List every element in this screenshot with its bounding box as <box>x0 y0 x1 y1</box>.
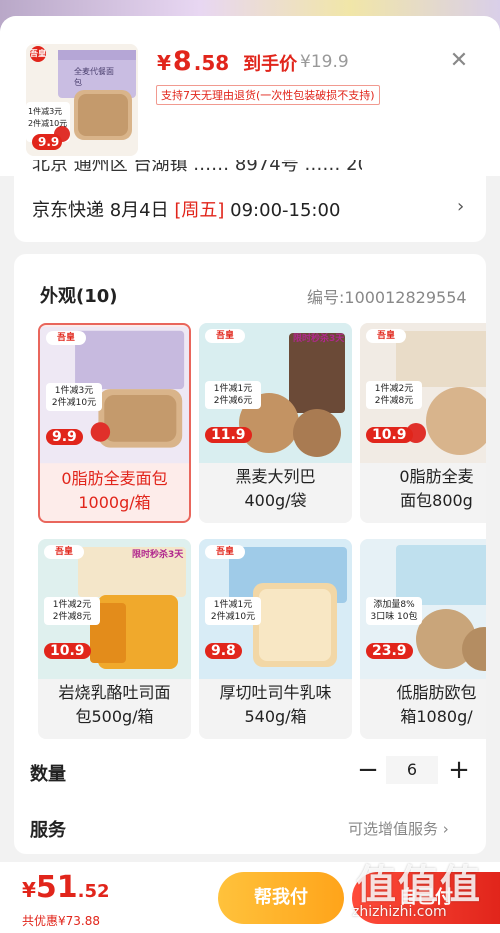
thumb-promo-2: 2件减10元 <box>28 119 68 128</box>
total-currency: ¥ <box>22 878 36 902</box>
variant-name: 黑麦大列巴 400g/袋 <box>199 465 352 513</box>
promo-line: 1件减2元 <box>374 384 414 394</box>
variant-size-line: 包500g/箱 <box>75 707 154 726</box>
promo-line: 1件减1元 <box>213 384 253 394</box>
variant-name: 0脂肪全麦面包 1000g/箱 <box>40 467 189 515</box>
variant-tile-5[interactable]: 添加量8% 3口味 10包 23.9 低脂肪欧包 箱1080g/ <box>360 539 486 739</box>
address-line: 北京 通州区 台湖镇 …… 8974号 …… 2002 <box>32 160 362 172</box>
service-label: 服务 <box>30 820 66 841</box>
service-option[interactable]: 可选增值服务 › <box>348 818 449 839</box>
total-price: ¥51.52 <box>22 870 110 905</box>
variant-price: 9.9 <box>46 429 83 445</box>
thumb-brand: 吾皇 <box>30 49 46 58</box>
variant-name-line: 厚切吐司牛乳味 <box>219 683 332 702</box>
promo-line: 1件减1元 <box>213 600 253 610</box>
delivery-weekday: [周五] <box>174 200 225 221</box>
variant-price: 11.9 <box>205 427 252 443</box>
variant-promo: 1件减2元 2件减8元 <box>44 597 100 625</box>
variant-name: 0脂肪全麦 面包800g <box>360 465 486 513</box>
quantity-label: 数量 <box>30 764 66 785</box>
variant-size-line: 箱1080g/ <box>400 707 473 726</box>
delivery-time: 09:00-15:00 <box>230 200 341 221</box>
sku-number: 编号:100012829554 <box>307 288 467 307</box>
variant-title: 外观(10) <box>40 286 118 307</box>
shipping-info: 京东快递 8月4日 [周五] 09:00-15:00 <box>32 196 340 222</box>
variant-name-line: 0脂肪全麦面包 <box>61 469 168 488</box>
variant-promo: 1件减1元 2件减10元 <box>205 597 261 625</box>
variant-name: 厚切吐司牛乳味 540g/箱 <box>199 681 352 729</box>
close-icon[interactable]: ✕ <box>448 50 470 72</box>
promo-line: 3口味 10包 <box>370 612 418 622</box>
thumb-promo-1: 1件减3元 <box>28 107 63 116</box>
variant-size-line: 面包800g <box>400 491 473 510</box>
carrier: 京东快递 <box>32 200 104 221</box>
self-pay-button[interactable]: 自己付 <box>352 872 500 924</box>
variant-tile-3[interactable]: 吾皇 限时秒杀3天 1件减2元 2件减8元 10.9 岩烧乳酪吐司面 包500g… <box>38 539 191 739</box>
variant-name: 岩烧乳酪吐司面 包500g/箱 <box>38 681 191 729</box>
total-decimal: .52 <box>77 881 110 902</box>
brand-logo: 吾皇 <box>366 329 406 343</box>
delivery-card[interactable]: 北京 通州区 台湖镇 …… 8974号 …… 2002 京东快递 8月4日 [周… <box>14 156 486 242</box>
chevron-right-icon: › <box>457 196 465 217</box>
variant-price: 23.9 <box>366 643 413 659</box>
variant-grid: 吾皇 1件减3元 2件减10元 9.9 0脂肪全麦面包 1000g/箱 吾皇 限… <box>38 323 486 753</box>
variant-promo: 1件减2元 2件减8元 <box>366 381 422 409</box>
promo-line: 1件减3元 <box>54 386 94 396</box>
promo-line: 添加量8% <box>373 600 415 610</box>
quantity-minus-button[interactable]: − <box>356 756 380 784</box>
original-price: ¥19.9 <box>300 52 349 72</box>
variant-size-line: 540g/箱 <box>244 707 307 726</box>
total-integer: 51 <box>35 870 78 905</box>
variant-tile-1[interactable]: 吾皇 限时秒杀3天 1件减1元 2件减6元 11.9 黑麦大列巴 400g/袋 <box>199 323 352 523</box>
chevron-right-icon: › <box>442 820 449 838</box>
total-discount: 共优惠¥73.88 <box>22 914 100 928</box>
promo-line: 2件减6元 <box>213 396 253 406</box>
service-value: 可选增值服务 <box>348 820 439 838</box>
variant-name: 低脂肪欧包 箱1080g/ <box>360 681 486 729</box>
variant-tile-4[interactable]: 吾皇 1件减1元 2件减10元 9.8 厚切吐司牛乳味 540g/箱 <box>199 539 352 739</box>
variant-price: 10.9 <box>44 643 91 659</box>
product-thumbnail: 吾皇 全麦代餐面包 1件减3元 2件减10元 9.9 <box>26 44 138 156</box>
promo-line: 2件减8元 <box>374 396 414 406</box>
variant-promo: 添加量8% 3口味 10包 <box>366 597 422 625</box>
thumb-price: 9.9 <box>38 135 60 149</box>
brand-logo: 吾皇 <box>46 331 86 345</box>
deal-price: ¥ 8 .58 到手价 <box>157 46 297 80</box>
help-pay-button[interactable]: 帮我付 <box>218 872 344 924</box>
quantity-plus-button[interactable]: + <box>447 756 471 784</box>
delivery-date: 8月4日 <box>109 200 169 221</box>
promo-line: 2件减8元 <box>52 612 92 622</box>
return-policy-tag: 支持7天无理由退货(一次性包装破损不支持) <box>156 85 380 105</box>
checkout-bar: ¥51.52 共优惠¥73.88 帮我付 自己付 <box>0 862 500 933</box>
promo-line: 2件减10元 <box>51 398 97 408</box>
variant-name-line: 低脂肪欧包 <box>396 683 477 702</box>
product-summary: 吾皇 全麦代餐面包 1件减3元 2件减10元 9.9 ¥ 8 .58 到手价 ¥… <box>0 16 500 176</box>
flash-sale-tag: 限时秒杀3天 <box>293 334 345 344</box>
purchase-sheet: 吾皇 全麦代餐面包 1件减3元 2件减10元 9.9 ¥ 8 .58 到手价 ¥… <box>0 16 500 933</box>
quantity-input[interactable]: 6 <box>386 756 438 784</box>
flash-sale-tag: 限时秒杀3天 <box>132 550 184 560</box>
variant-name-line: 黑麦大列巴 <box>235 467 316 486</box>
brand-logo: 吾皇 <box>205 329 245 343</box>
thumb-box-text: 全麦代餐面包 <box>74 67 114 87</box>
variant-name-line: 岩烧乳酪吐司面 <box>58 683 171 702</box>
price-decimal: .58 <box>193 51 230 75</box>
variant-name-line: 0脂肪全麦 <box>399 467 474 486</box>
variant-size-line: 1000g/箱 <box>78 493 151 512</box>
address-text: 北京 通州区 台湖镇 …… 8974号 …… 2002 <box>32 160 362 172</box>
variant-tile-2[interactable]: 吾皇 1件减2元 2件减8元 10.9 0脂肪全麦 面包800g <box>360 323 486 523</box>
variant-price: 9.8 <box>205 643 242 659</box>
price-currency: ¥ <box>157 51 171 75</box>
brand-logo: 吾皇 <box>44 545 84 559</box>
variant-price: 10.9 <box>366 427 413 443</box>
variant-tile-0[interactable]: 吾皇 1件减3元 2件减10元 9.9 0脂肪全麦面包 1000g/箱 <box>38 323 191 523</box>
variant-promo: 1件减3元 2件减10元 <box>46 383 102 411</box>
variant-promo: 1件减1元 2件减6元 <box>205 381 261 409</box>
price-integer: 8 <box>172 46 192 77</box>
brand-logo: 吾皇 <box>205 545 245 559</box>
promo-line: 2件减10元 <box>210 612 256 622</box>
promo-line: 1件减2元 <box>52 600 92 610</box>
price-label: 到手价 <box>243 54 298 75</box>
variant-size-line: 400g/袋 <box>244 491 307 510</box>
